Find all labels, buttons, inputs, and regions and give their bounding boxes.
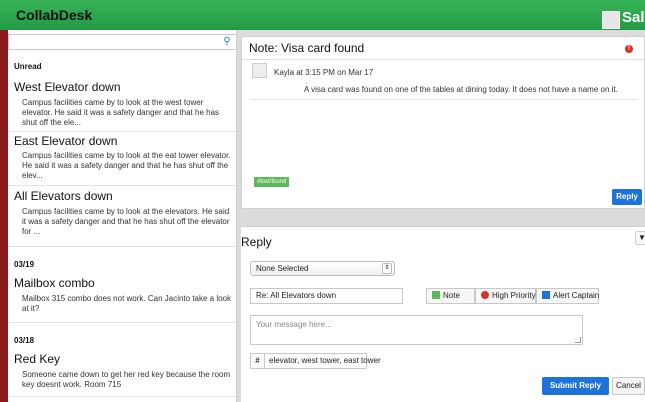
list-divider <box>8 246 236 247</box>
group-label-date: 03/18 <box>14 336 35 345</box>
divider <box>250 99 638 100</box>
group-label-unread: Unread <box>14 62 42 71</box>
search-icon[interactable]: ⚲ <box>220 36 234 48</box>
author-avatar <box>252 63 267 78</box>
high-priority-button[interactable]: High Priority <box>475 288 536 304</box>
left-accent-strip <box>0 30 8 402</box>
note-body: A visa card was found on one of the tabl… <box>304 85 618 94</box>
tags-input[interactable]: # elevator, west tower, east tower <box>250 353 381 369</box>
message-preview[interactable]: Campus facilities came by to look at the… <box>22 98 234 128</box>
message-title[interactable]: West Elevator down <box>14 80 121 94</box>
user-avatar[interactable] <box>602 11 620 29</box>
recipient-select[interactable]: None Selected ⇕ <box>250 261 395 276</box>
cancel-button[interactable]: Cancel <box>612 377 645 395</box>
top-bar: CollabDesk Sally <box>0 0 645 30</box>
option-label: Alert Captain <box>553 291 600 300</box>
message-textarea[interactable]: Your message here... <box>250 315 583 345</box>
resize-handle[interactable] <box>575 337 581 343</box>
hash-icon: # <box>251 354 265 368</box>
updown-arrow-icon: ⇕ <box>382 263 392 274</box>
note-panel: Note: Visa card found ! Kayla at 3:15 PM… <box>241 36 645 209</box>
alert-icon: ! <box>625 45 633 53</box>
author-line: Kayla at 3:15 PM on Mar 17 <box>274 68 374 77</box>
message-list: ⚲ Unread West Elevator down Campus facil… <box>8 30 237 402</box>
group-label-date: 03/19 <box>14 260 35 269</box>
chevron-down-icon[interactable]: ▼ <box>635 231 645 245</box>
message-preview[interactable]: Mailbox 315 combo does not work. Can Jac… <box>22 294 234 314</box>
note-title: Note: Visa card found <box>249 41 365 55</box>
list-divider <box>8 185 236 186</box>
reply-panel: Reply ▼ None Selected ⇕ Re: All Elevator… <box>241 226 645 402</box>
reply-button[interactable]: Reply <box>612 189 642 205</box>
message-title[interactable]: East Elevator down <box>14 134 117 148</box>
note-icon <box>432 291 440 299</box>
alert-captain-button[interactable]: Alert Captain <box>536 288 599 304</box>
alert-icon <box>481 291 489 299</box>
message-title[interactable]: All Elevators down <box>14 189 113 203</box>
reply-title: Reply <box>241 235 272 249</box>
message-preview[interactable]: Someone came down to get her red key bec… <box>22 370 234 390</box>
list-divider <box>8 396 236 397</box>
app-title[interactable]: CollabDesk <box>16 7 92 23</box>
message-preview[interactable]: Campus facilities came by to look at the… <box>22 207 234 237</box>
option-label: High Priority <box>492 291 536 300</box>
list-divider <box>8 322 236 323</box>
note-type-button[interactable]: Note <box>426 288 475 304</box>
user-name[interactable]: Sally <box>622 9 645 26</box>
divider <box>242 59 645 60</box>
message-placeholder: Your message here... <box>256 320 332 329</box>
tags-value: elevator, west tower, east tower <box>269 356 381 365</box>
subject-input[interactable]: Re: All Elevators down <box>250 288 403 304</box>
tag-badge[interactable]: #lost/found <box>254 177 290 187</box>
message-title[interactable]: Mailbox combo <box>14 276 95 290</box>
message-preview[interactable]: Campus facilities came by to look at the… <box>22 151 234 181</box>
submit-reply-button[interactable]: Submit Reply <box>542 377 609 395</box>
list-divider <box>8 131 236 132</box>
message-title[interactable]: Red Key <box>14 352 60 366</box>
search-input[interactable]: ⚲ <box>8 34 236 50</box>
option-label: Note <box>443 291 460 300</box>
mail-icon <box>542 291 550 299</box>
select-value: None Selected <box>256 264 309 273</box>
